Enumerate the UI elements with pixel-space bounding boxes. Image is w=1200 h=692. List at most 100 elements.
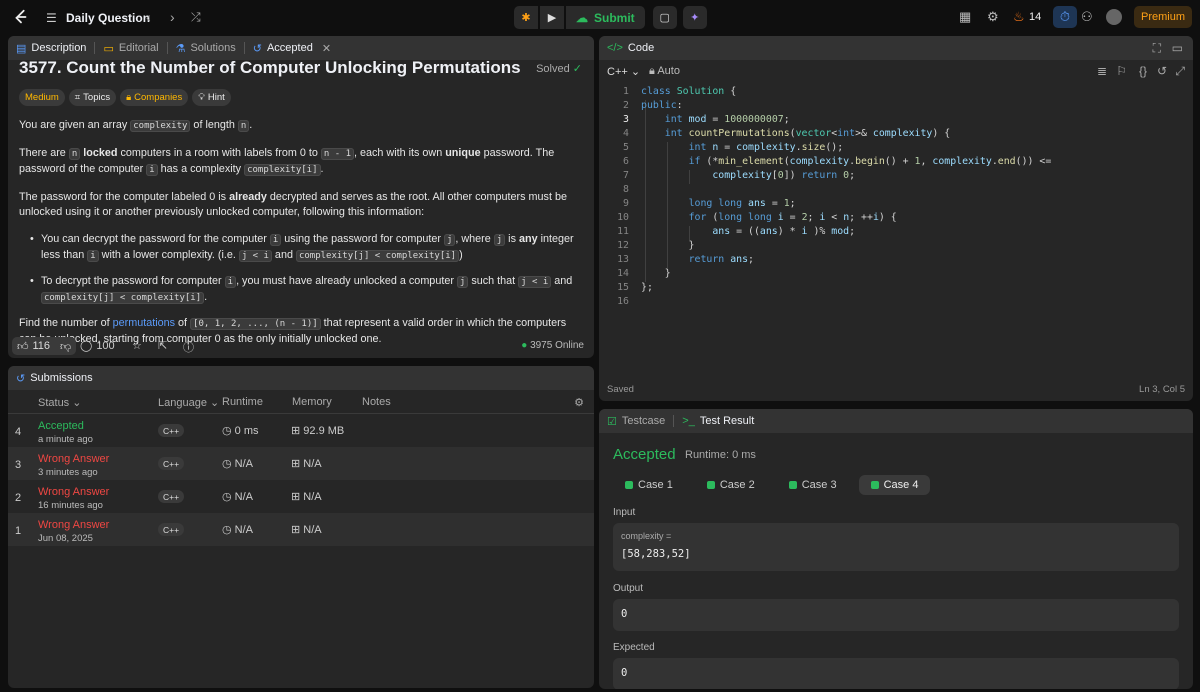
format-icon[interactable]: ≣ <box>1097 64 1107 78</box>
output-value: 0 <box>621 608 628 620</box>
ai-button[interactable]: ✦ <box>682 6 707 29</box>
streak-count[interactable]: 14 <box>1029 11 1041 23</box>
output-label: Output <box>613 583 644 594</box>
list-item: You can decrypt the password for the com… <box>30 232 584 265</box>
add-friend-icon[interactable]: ⚇ <box>1081 9 1093 25</box>
tab-description[interactable]: ▤ Description <box>8 36 94 60</box>
help-icon[interactable]: ⓘ <box>183 339 194 355</box>
case-tab[interactable]: Case 4 <box>858 475 931 495</box>
fullscreen-icon[interactable]: ⤢ <box>1175 64 1185 79</box>
avatar[interactable] <box>1106 9 1122 25</box>
table-row[interactable]: 4 Accepted a minute ago C++ ◷ 0 ms ⊞ 92.… <box>8 414 594 447</box>
bookmark-icon[interactable]: ⚐ <box>1116 64 1127 78</box>
next-problem-icon[interactable]: › <box>170 9 175 25</box>
shuffle-icon[interactable]: ⤮ <box>191 10 201 25</box>
case-tab[interactable]: Case 1 <box>613 475 685 495</box>
debug-button[interactable]: ✱ <box>514 6 538 29</box>
language-column-header[interactable]: Language ⌄ <box>158 396 219 409</box>
chip-icon: ⊞ <box>291 425 301 437</box>
tab-editorial[interactable]: ▭ Editorial <box>95 36 166 60</box>
output-box: 0 <box>613 599 1179 631</box>
online-label: 3975 Online <box>530 340 584 351</box>
check-icon <box>788 481 797 489</box>
expected-box: 0 <box>613 658 1179 689</box>
submissions-panel: ↺ Submissions Status ⌄ Language ⌄ Runtim… <box>8 366 594 688</box>
share-icon[interactable]: ⇱ <box>158 339 167 352</box>
star-icon[interactable]: ☆ <box>132 339 142 352</box>
paragraph: The password for the computer labeled 0 … <box>19 190 567 219</box>
mode-toggle[interactable]: 🔒︎ Auto <box>649 65 680 78</box>
tab-submissions[interactable]: ↺ Submissions <box>8 366 101 390</box>
tab-test-result[interactable]: >_ Test Result <box>674 409 762 433</box>
prev-problem-icon[interactable]: ‹ <box>146 9 151 25</box>
hint-chip[interactable]: 💡︎ Hint <box>192 89 231 106</box>
premium-button[interactable]: Premium <box>1134 6 1192 28</box>
fire-icon[interactable]: ♨ <box>1013 9 1025 25</box>
language-select[interactable]: C++ ⌄ <box>607 65 640 78</box>
top-bar: ☰ Daily Question ‹ › ⤮ ✱ ▶ ☁ Submit ▢ ✦ … <box>0 0 1200 34</box>
companies-chip[interactable]: 🔒︎ Companies <box>120 89 189 106</box>
history-icon: ↺ <box>16 372 26 385</box>
reset-icon[interactable]: ↺ <box>1157 64 1167 78</box>
submission-status[interactable]: Wrong Answer <box>38 519 109 531</box>
submit-button[interactable]: ☁ Submit <box>566 6 645 29</box>
comment-count: 100 <box>96 339 115 352</box>
tab-accepted[interactable]: ↺ Accepted ✕ <box>245 36 339 60</box>
case-tab[interactable]: Case 3 <box>777 475 849 495</box>
layout-icon[interactable]: ▦ <box>959 9 971 25</box>
tab-label: Submissions <box>30 372 93 384</box>
chip-icon: ⊞ <box>291 458 301 470</box>
problem-tags: Medium ⌗ Topics 🔒︎ Companies 💡︎ Hint <box>19 89 231 106</box>
expected-label: Expected <box>613 642 655 653</box>
tab-solutions[interactable]: ⚗ Solutions <box>168 36 244 60</box>
run-button[interactable]: ▶ <box>540 6 564 29</box>
runtime-column-header: Runtime <box>222 396 263 408</box>
submission-time: Jun 08, 2025 <box>38 533 93 544</box>
cursor-position: Ln 3, Col 5 <box>1139 384 1185 395</box>
runtime-cell: ◷ N/A <box>222 458 254 470</box>
check-icon <box>625 481 633 489</box>
input-variable: complexity = <box>621 531 672 541</box>
comments-button[interactable]: ◯ 100 <box>80 339 115 353</box>
downvote-button[interactable]: 👎︎ <box>55 340 76 353</box>
braces-icon[interactable]: {} <box>1139 64 1147 78</box>
memory-cell: ⊞ 92.9 MB <box>291 425 345 437</box>
tab-testcase[interactable]: ☑ Testcase <box>599 409 673 433</box>
submission-status[interactable]: Accepted <box>38 420 84 432</box>
problem-title: 3577. Count the Number of Computer Unloc… <box>19 58 521 77</box>
code-editor[interactable]: 1 class Solution { 2 public: 3 int mod = 1… <box>599 86 1193 377</box>
problem-list-icon[interactable]: ☰ <box>46 11 57 25</box>
notes-button[interactable]: ▢ <box>652 6 677 29</box>
table-row[interactable]: 1 Wrong Answer Jun 08, 2025 C++ ◷ N/A ⊞ … <box>8 513 594 546</box>
submissions-table-header: Status ⌄ Language ⌄ Runtime Memory Notes… <box>8 390 594 414</box>
tab-code[interactable]: </> Code <box>599 36 662 60</box>
settings-icon[interactable]: ⚙ <box>574 396 584 409</box>
expand-icon[interactable]: ⛶ <box>1153 41 1161 56</box>
permutations-link[interactable]: permutations <box>113 317 175 329</box>
topics-chip[interactable]: ⌗ Topics <box>68 89 117 106</box>
status-column-header[interactable]: Status ⌄ <box>38 396 81 409</box>
submission-time: 3 minutes ago <box>38 467 98 478</box>
maximize-icon[interactable]: ▭ <box>1172 41 1183 55</box>
submission-status[interactable]: Wrong Answer <box>38 486 109 498</box>
problem-list-title[interactable]: Daily Question <box>66 11 150 25</box>
table-row[interactable]: 2 Wrong Answer 16 minutes ago C++ ◷ N/A … <box>8 480 594 513</box>
leetcode-logo-icon[interactable] <box>12 8 30 26</box>
submission-status[interactable]: Wrong Answer <box>38 453 109 465</box>
document-icon: ▤ <box>16 42 27 55</box>
check-icon <box>870 481 879 489</box>
timer-icon[interactable]: ⏱ <box>1053 6 1077 28</box>
table-row[interactable]: 3 Wrong Answer 3 minutes ago C++ ◷ N/A ⊞… <box>8 447 594 480</box>
upvote-button[interactable]: 👍︎ 116 <box>12 340 55 353</box>
case-tab[interactable]: Case 2 <box>695 475 767 495</box>
tab-label: Test Result <box>699 415 755 427</box>
expected-value: 0 <box>621 667 628 679</box>
description-footer: 👍︎ 116 👎︎ ◯ 100 ☆ ⇱ ⓘ ● 3975 Online <box>8 334 594 358</box>
memory-cell: ⊞ N/A <box>291 458 322 470</box>
close-icon[interactable]: ✕ <box>322 42 331 55</box>
settings-icon[interactable]: ⚙ <box>987 9 999 25</box>
memory-cell: ⊞ N/A <box>291 524 322 536</box>
submission-time: a minute ago <box>38 434 93 445</box>
history-icon: ↺ <box>252 42 262 55</box>
lock-icon: 🔒︎ <box>649 65 655 77</box>
